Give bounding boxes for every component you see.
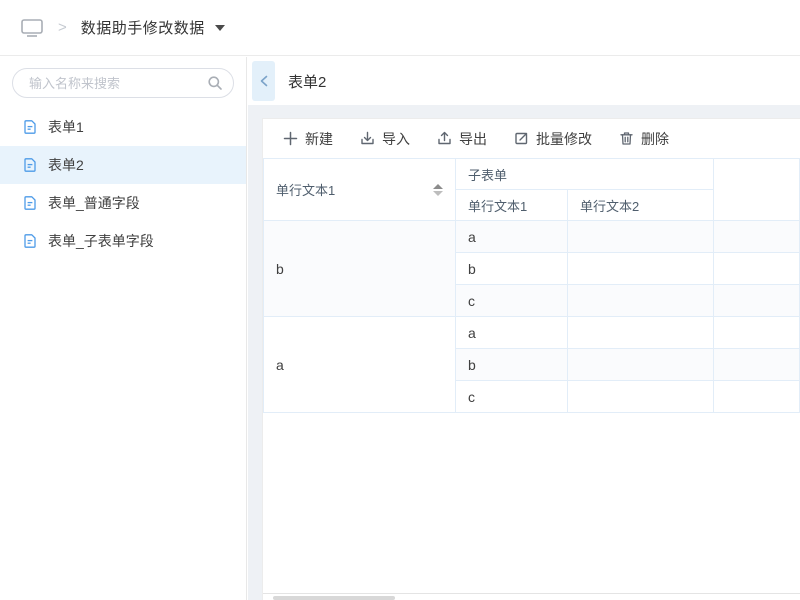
plus-icon <box>283 131 298 146</box>
toolbar: 新建 导入 <box>263 119 800 158</box>
cell-extra[interactable] <box>714 349 800 381</box>
chevron-left-icon <box>258 74 270 88</box>
edit-square-icon <box>514 131 529 146</box>
cell-sub2[interactable] <box>568 349 714 381</box>
column-header-single-text1[interactable]: 单行文本1 <box>264 159 456 221</box>
new-button[interactable]: 新建 <box>283 129 333 149</box>
cell-sub2[interactable] <box>568 317 714 349</box>
breadcrumb-separator: > <box>58 19 67 36</box>
cell-extra[interactable] <box>714 381 800 413</box>
cell-extra[interactable] <box>714 317 800 349</box>
export-button-label: 导出 <box>459 129 487 149</box>
cell-sub1[interactable]: c <box>456 285 568 317</box>
delete-button-label: 删除 <box>641 129 669 149</box>
sidebar-item-label: 表单1 <box>48 117 84 137</box>
export-icon <box>437 131 452 146</box>
data-panel: 新建 导入 <box>262 118 800 600</box>
cell-sub1[interactable]: a <box>456 221 568 253</box>
table-row[interactable]: b a <box>264 221 800 253</box>
cell-sub2[interactable] <box>568 253 714 285</box>
sidebar-item-form-normal-fields[interactable]: 表单_普通字段 <box>0 184 246 222</box>
batch-edit-button-label: 批量修改 <box>536 129 592 149</box>
sidebar-item-label: 表单_子表单字段 <box>48 231 154 251</box>
batch-edit-button[interactable]: 批量修改 <box>514 129 592 149</box>
caret-down-icon[interactable] <box>215 25 225 31</box>
column-header-empty <box>714 159 800 221</box>
new-button-label: 新建 <box>305 129 333 149</box>
sidebar: 表单1 表单2 表单_普通字段 <box>0 57 247 600</box>
breadcrumb-title[interactable]: 数据助手修改数据 <box>81 17 205 38</box>
cell-extra[interactable] <box>714 285 800 317</box>
main-area: 表单2 新建 <box>248 57 800 600</box>
search-icon[interactable] <box>207 75 223 91</box>
table-row[interactable]: a a <box>264 317 800 349</box>
collapse-sidebar-button[interactable] <box>252 61 275 101</box>
cell-sub2[interactable] <box>568 221 714 253</box>
group-cell[interactable]: b <box>264 221 456 317</box>
trash-icon <box>619 131 634 146</box>
main-header: 表单2 <box>248 57 800 105</box>
cell-extra[interactable] <box>714 221 800 253</box>
import-button[interactable]: 导入 <box>360 129 410 149</box>
panel-bottom-divider <box>263 593 800 594</box>
form-doc-icon <box>22 157 38 173</box>
cell-sub1[interactable]: b <box>456 349 568 381</box>
form-doc-icon <box>22 233 38 249</box>
sidebar-item-label: 表单_普通字段 <box>48 193 140 213</box>
monitor-icon[interactable] <box>20 18 44 38</box>
column-header-label: 单行文本1 <box>276 180 335 199</box>
sidebar-item-form2[interactable]: 表单2 <box>0 146 246 184</box>
cell-sub1[interactable]: a <box>456 317 568 349</box>
group-cell[interactable]: a <box>264 317 456 413</box>
cell-sub1[interactable]: c <box>456 381 568 413</box>
sidebar-item-form1[interactable]: 表单1 <box>0 108 246 146</box>
sort-icon[interactable] <box>433 184 443 196</box>
import-button-label: 导入 <box>382 129 410 149</box>
import-icon <box>360 131 375 146</box>
form-doc-icon <box>22 195 38 211</box>
form-list: 表单1 表单2 表单_普通字段 <box>0 108 246 260</box>
subcolumn-header-single-text2: 单行文本2 <box>568 190 714 221</box>
sidebar-item-label: 表单2 <box>48 155 84 175</box>
search-box <box>12 68 234 98</box>
page-title: 表单2 <box>288 71 326 92</box>
cell-extra[interactable] <box>714 253 800 285</box>
horizontal-scrollbar-thumb[interactable] <box>273 596 395 600</box>
cell-sub2[interactable] <box>568 285 714 317</box>
delete-button[interactable]: 删除 <box>619 129 669 149</box>
cell-sub1[interactable]: b <box>456 253 568 285</box>
subform-group-header: 子表单 <box>456 159 714 190</box>
data-table: 单行文本1 子表单 单行文本1 单行文本2 b a <box>263 158 800 413</box>
cell-sub2[interactable] <box>568 381 714 413</box>
sidebar-item-form-subform-fields[interactable]: 表单_子表单字段 <box>0 222 246 260</box>
search-input[interactable] <box>27 75 207 92</box>
export-button[interactable]: 导出 <box>437 129 487 149</box>
topbar: > 数据助手修改数据 <box>0 0 800 56</box>
form-doc-icon <box>22 119 38 135</box>
subcolumn-header-single-text1: 单行文本1 <box>456 190 568 221</box>
